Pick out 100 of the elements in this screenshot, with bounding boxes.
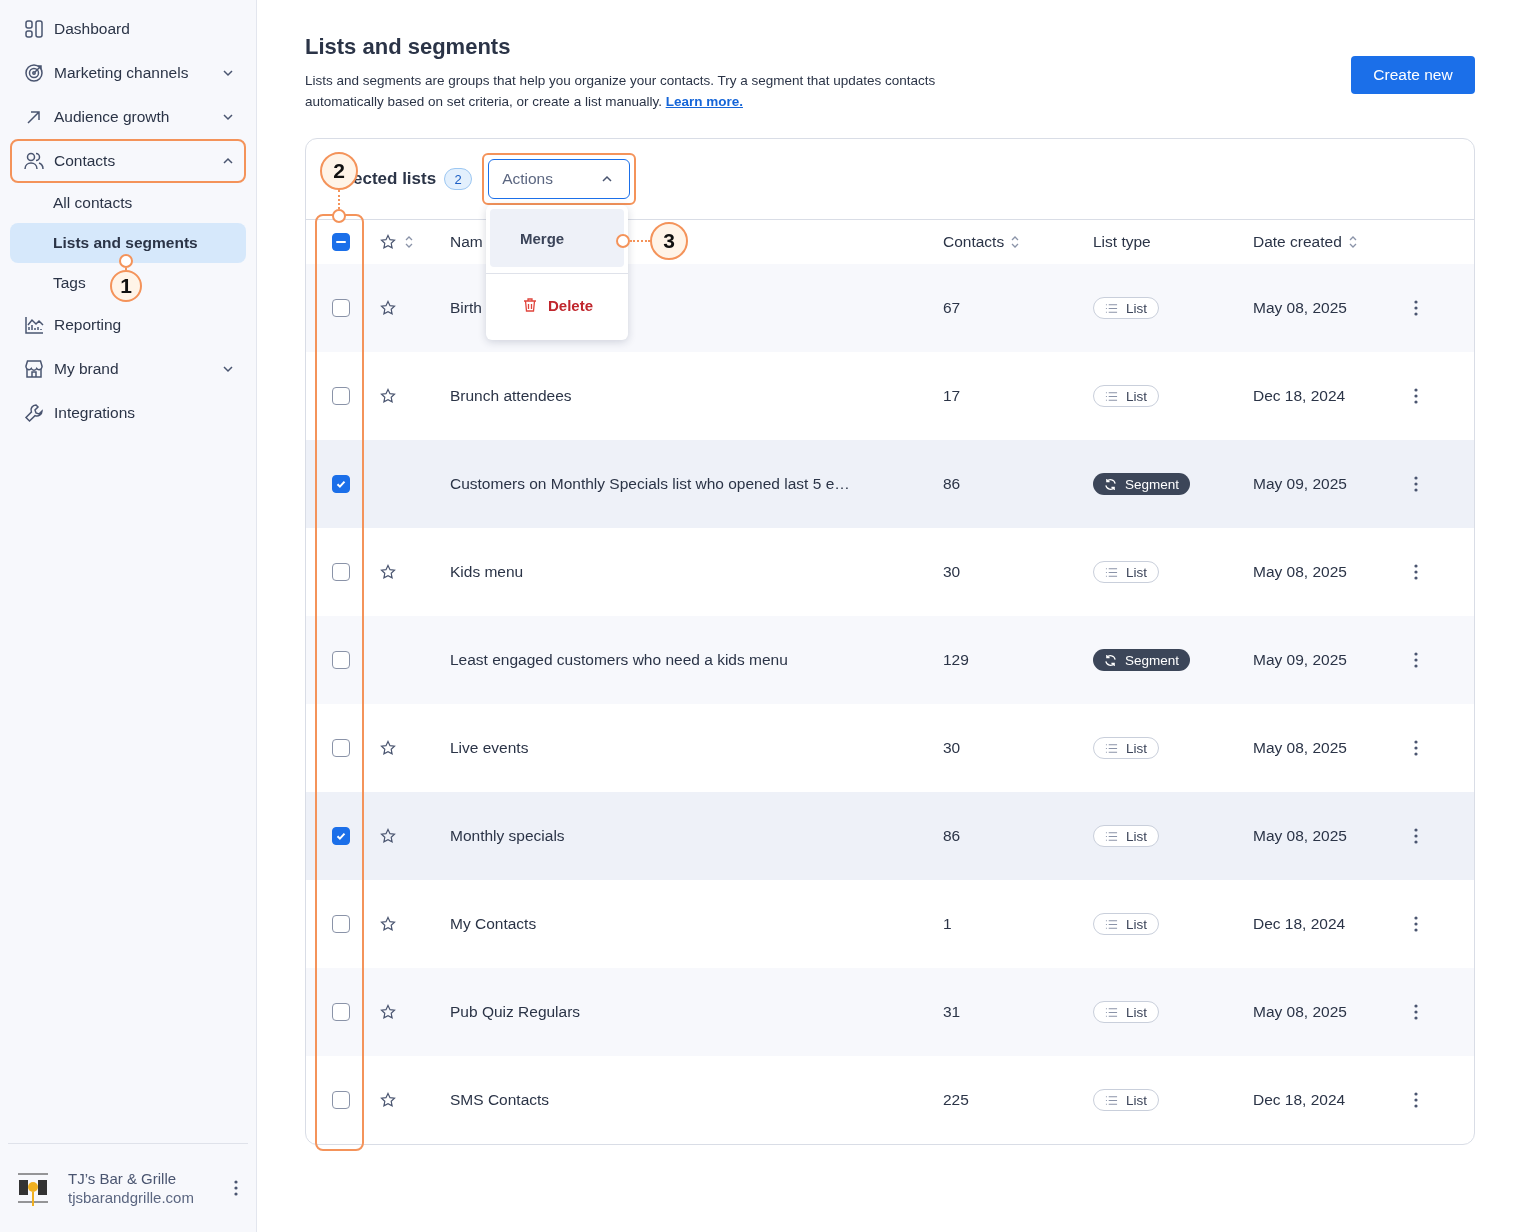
more-icon[interactable]: [1414, 476, 1418, 492]
date-created: May 09, 2025: [1253, 475, 1347, 493]
star-icon[interactable]: [380, 916, 396, 932]
star-icon[interactable]: [380, 234, 396, 250]
list-type-badge: List: [1093, 297, 1159, 319]
date-created: May 09, 2025: [1253, 651, 1347, 669]
account-domain: tjsbarandgrille.com: [68, 1189, 195, 1206]
list-type-badge: List: [1093, 1089, 1159, 1111]
callout-number: 3: [650, 222, 688, 260]
more-icon[interactable]: [1414, 388, 1418, 404]
date-created: May 08, 2025: [1253, 563, 1347, 581]
date-created: Dec 18, 2024: [1253, 915, 1346, 933]
star-icon[interactable]: [380, 300, 396, 316]
contact-count: 1: [943, 915, 952, 933]
list-type-badge: List: [1093, 385, 1159, 407]
column-header[interactable]: Contacts: [943, 233, 1005, 251]
selected-count: 2: [444, 168, 473, 190]
column-header[interactable]: Date created: [1253, 233, 1342, 251]
table-row[interactable]: Pub Quiz Regulars 31 List May 08, 2025: [306, 968, 1474, 1056]
row-checkbox[interactable]: [332, 563, 350, 581]
more-icon[interactable]: [1414, 1004, 1418, 1020]
nav-subitem[interactable]: All contacts: [10, 183, 141, 223]
list-type-badge: List: [1093, 1001, 1159, 1023]
star-icon[interactable]: [380, 828, 396, 844]
row-checkbox[interactable]: [332, 651, 350, 669]
trash-icon: [522, 297, 538, 313]
chart-icon: [24, 315, 44, 335]
sort-icon[interactable]: [404, 234, 414, 250]
row-checkbox[interactable]: [332, 915, 350, 933]
sort-icon[interactable]: [1010, 234, 1021, 250]
nav-item[interactable]: Marketing channels: [10, 51, 246, 95]
check-icon: [335, 478, 347, 490]
nav-subitem[interactable]: Lists and segments: [10, 223, 246, 263]
nav-item[interactable]: Contacts: [10, 139, 246, 183]
more-icon[interactable]: [1414, 1092, 1418, 1108]
list-name: Monthly specials: [450, 827, 565, 845]
table-row[interactable]: Live events 30 List May 08, 2025: [306, 704, 1474, 792]
more-icon[interactable]: [1414, 916, 1418, 932]
table-row[interactable]: Kids menu 30 List May 08, 2025: [306, 528, 1474, 616]
contact-count: 225: [943, 1091, 969, 1109]
row-checkbox[interactable]: [332, 1003, 350, 1021]
more-icon[interactable]: [1414, 652, 1418, 668]
row-checkbox[interactable]: [332, 827, 350, 845]
target-icon: [24, 63, 44, 83]
learn-more-link[interactable]: Learn more.: [665, 94, 743, 109]
list-name: Customers on Monthly Specials list who opened last 5 e…: [450, 475, 850, 493]
date-created: May 08, 2025: [1253, 1003, 1347, 1021]
list-name: My Contacts: [450, 915, 537, 933]
nav-item[interactable]: Reporting: [10, 303, 246, 347]
segment-type-badge: Segment: [1093, 473, 1191, 495]
nav-subitem[interactable]: Tags: [10, 263, 94, 303]
row-checkbox[interactable]: [332, 475, 350, 493]
table-row[interactable]: My Contacts 1 List Dec 18, 2024: [306, 880, 1474, 968]
contact-count: 17: [943, 387, 961, 405]
delete-menu-item[interactable]: Delete: [490, 274, 624, 336]
more-icon[interactable]: [1414, 828, 1418, 844]
table-row[interactable]: Monthly specials 86 List May 08, 2025: [306, 792, 1474, 880]
list-name: Brunch attendees: [450, 387, 572, 405]
wrench-icon: [24, 403, 44, 423]
nav-item[interactable]: Dashboard: [10, 7, 246, 51]
list-name: Least engaged customers who need a kids menu: [450, 651, 788, 669]
sort-icon[interactable]: [1347, 234, 1358, 250]
list-name: Birth: [450, 299, 482, 317]
column-header: Nam: [450, 233, 483, 251]
nav-item[interactable]: My brand: [10, 347, 246, 391]
table-row[interactable]: Customers on Monthly Specials list who opened last 5 e… 86 Segment May 09, 2025: [306, 440, 1474, 528]
more-icon[interactable]: [1414, 564, 1418, 580]
people-icon: [24, 151, 44, 171]
more-icon[interactable]: [234, 1180, 238, 1196]
row-checkbox[interactable]: [332, 1091, 350, 1109]
list-name: Kids menu: [450, 563, 524, 581]
more-icon[interactable]: [1414, 300, 1418, 316]
star-icon[interactable]: [380, 740, 396, 756]
table-row[interactable]: Brunch attendees 17 List Dec 18, 2024: [306, 352, 1474, 440]
merge-menu-item[interactable]: Merge: [490, 209, 624, 267]
actions-dropdown[interactable]: Actions: [488, 159, 631, 199]
segment-type-badge: Segment: [1093, 649, 1191, 671]
column-header: List type: [1093, 233, 1151, 251]
contact-count: 67: [943, 299, 961, 317]
star-icon[interactable]: [380, 388, 396, 404]
table-row[interactable]: SMS Contacts 225 List Dec 18, 2024: [306, 1056, 1474, 1144]
nav-item[interactable]: Integrations: [10, 391, 246, 435]
date-created: May 08, 2025: [1253, 827, 1347, 845]
table-row[interactable]: Least engaged customers who need a kids menu 129 Segment May 09, 2025: [306, 616, 1474, 704]
star-icon[interactable]: [380, 1004, 396, 1020]
row-checkbox[interactable]: [332, 299, 350, 317]
check-icon: [335, 830, 347, 842]
date-created: May 08, 2025: [1253, 739, 1347, 757]
create-new-button[interactable]: Create new: [1351, 56, 1475, 94]
contact-count: 31: [943, 1003, 961, 1021]
select-all-checkbox[interactable]: [332, 233, 350, 251]
list-type-badge: List: [1093, 737, 1159, 759]
nav-item[interactable]: Audience growth: [10, 95, 246, 139]
row-checkbox[interactable]: [332, 739, 350, 757]
star-icon[interactable]: [380, 564, 396, 580]
contact-count: 129: [943, 651, 969, 669]
star-icon[interactable]: [380, 1092, 396, 1108]
more-icon[interactable]: [1414, 740, 1418, 756]
row-checkbox[interactable]: [332, 387, 350, 405]
list-name: Live events: [450, 739, 529, 757]
